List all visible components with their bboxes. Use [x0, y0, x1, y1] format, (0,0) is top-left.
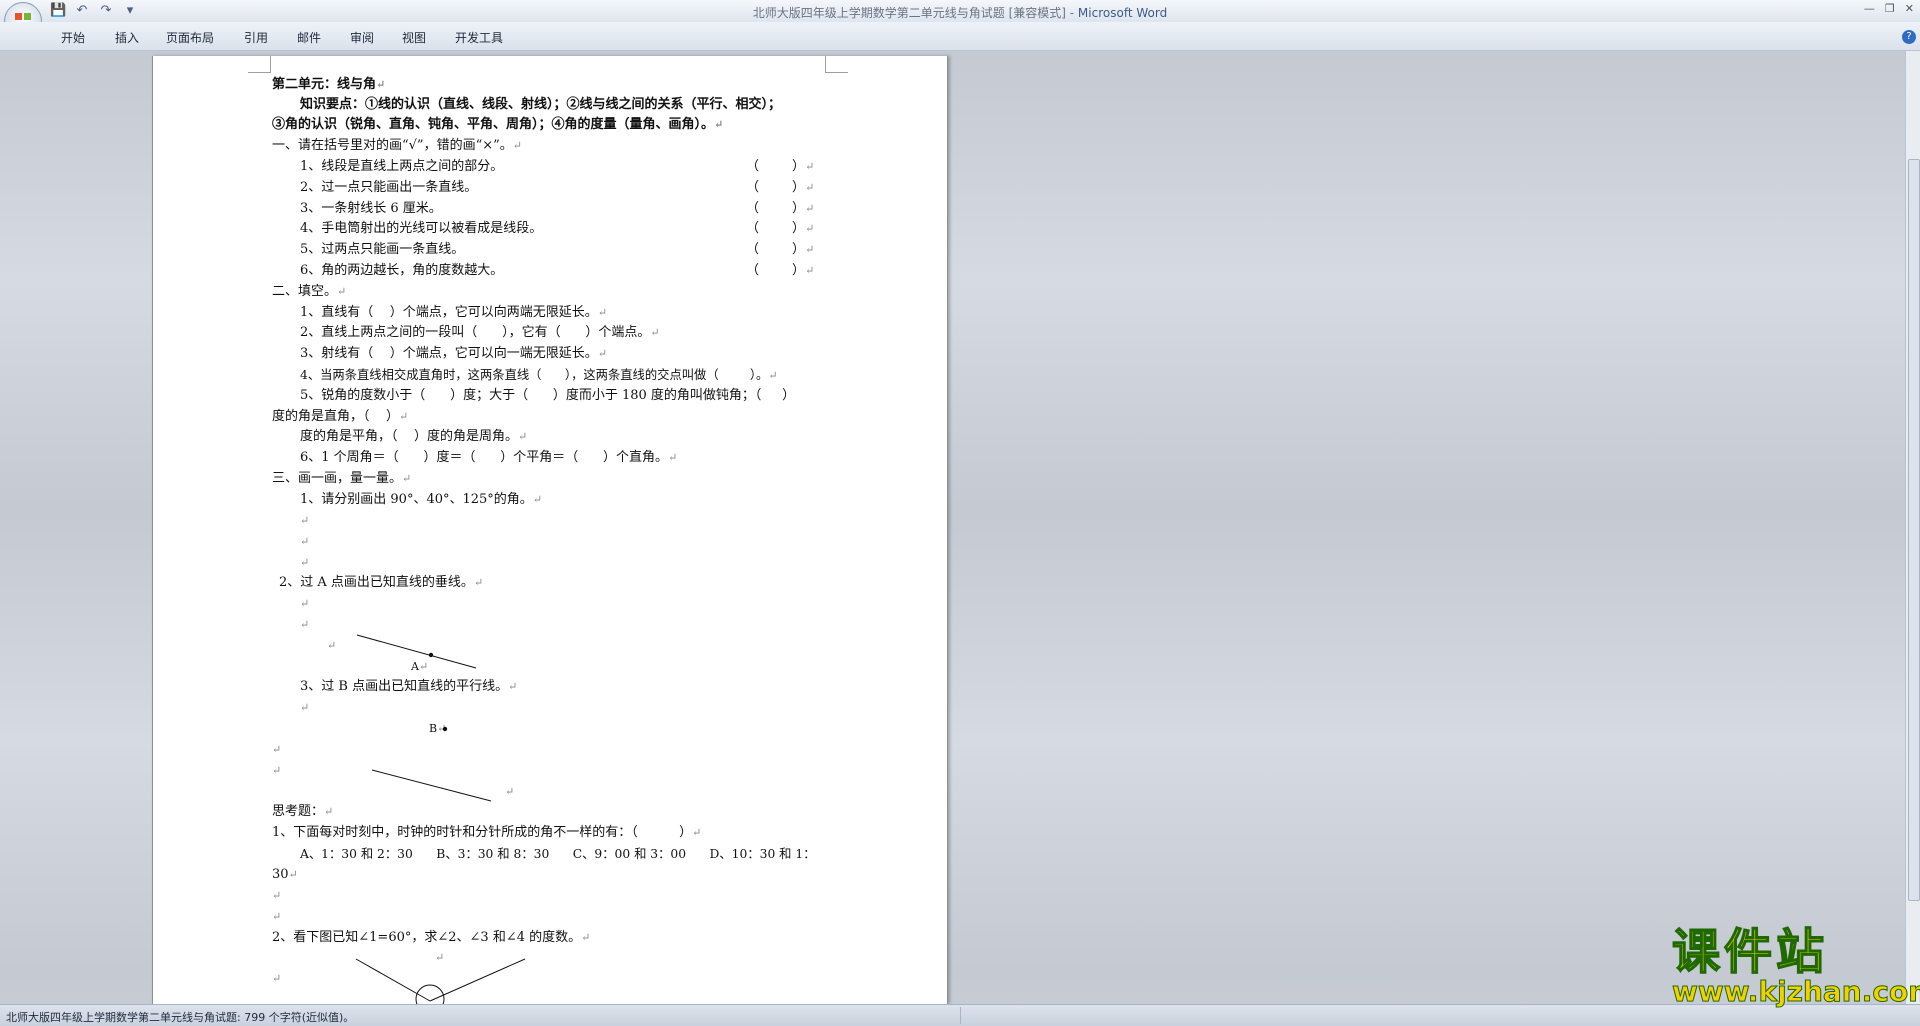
window-title-doc: 北师大版四年级上学期数学第二单元线与角试题 [兼容模式] -	[752, 6, 1078, 20]
title-bar: 北师大版四年级上学期数学第二单元线与角试题 [兼容模式] - Microsoft…	[0, 0, 1920, 22]
status-bar: 北师大版四年级上学期数学第二单元线与角试题: 799 个字符(近似值)。	[0, 1004, 1920, 1026]
point-a-dot	[428, 652, 434, 658]
angle-line-left	[355, 958, 431, 1002]
watermark-logo: 课件站 www.kjzhan.com	[1671, 924, 1920, 1008]
line-parallel-figure	[371, 769, 492, 802]
angle-line-right	[429, 958, 526, 1002]
status-divider	[960, 1007, 961, 1024]
ribbon-tabs: 开始 插入 页面布局 引用 邮件 审阅 视图 开发工具	[0, 22, 1920, 51]
undo-icon[interactable]: ↶	[74, 3, 90, 19]
tab-mailings[interactable]: 邮件	[297, 29, 321, 46]
status-text: 北师大版四年级上学期数学第二单元线与角试题: 799 个字符(近似值)。	[6, 1011, 355, 1024]
quick-access-toolbar: 💾 ↶ ↷ ▾	[50, 3, 138, 19]
close-icon[interactable]: ✕	[1905, 2, 1914, 15]
point-b-dot	[442, 726, 448, 732]
vertical-scrollbar[interactable]	[1905, 51, 1920, 1004]
tab-page-layout[interactable]: 页面布局	[166, 29, 214, 46]
customize-qat-icon[interactable]: ▾	[122, 3, 138, 19]
tab-home[interactable]: 开始	[61, 29, 85, 46]
document-page[interactable]: 第二单元：线与角↵ 知识要点：①线的认识（直线、线段、射线）；②线与线之间的关系…	[152, 56, 948, 1004]
window-title-app: Microsoft Word	[1077, 6, 1168, 20]
watermark-url: www.kjzhan.com	[1671, 975, 1920, 1008]
tab-developer[interactable]: 开发工具	[455, 29, 503, 46]
minimize-icon[interactable]: —	[1864, 2, 1875, 15]
scrollbar-thumb[interactable]	[1908, 159, 1920, 901]
watermark-cn: 课件站	[1671, 924, 1829, 980]
restore-icon[interactable]: ❐	[1885, 2, 1895, 15]
tab-insert[interactable]: 插入	[115, 29, 139, 46]
tab-review[interactable]: 审阅	[350, 29, 374, 46]
figure-layer	[355, 634, 526, 1004]
help-icon[interactable]: ?	[1902, 30, 1916, 44]
tab-references[interactable]: 引用	[244, 29, 268, 46]
tab-view[interactable]: 视图	[402, 29, 426, 46]
angle-circle	[415, 984, 445, 1004]
save-icon[interactable]: 💾	[50, 3, 66, 19]
redo-icon[interactable]: ↷	[98, 3, 114, 19]
window-title: 北师大版四年级上学期数学第二单元线与角试题 [兼容模式] - Microsoft…	[0, 4, 1920, 21]
window-controls: — ❐ ✕	[1864, 2, 1914, 15]
line-perpendicular-figure	[356, 634, 477, 669]
